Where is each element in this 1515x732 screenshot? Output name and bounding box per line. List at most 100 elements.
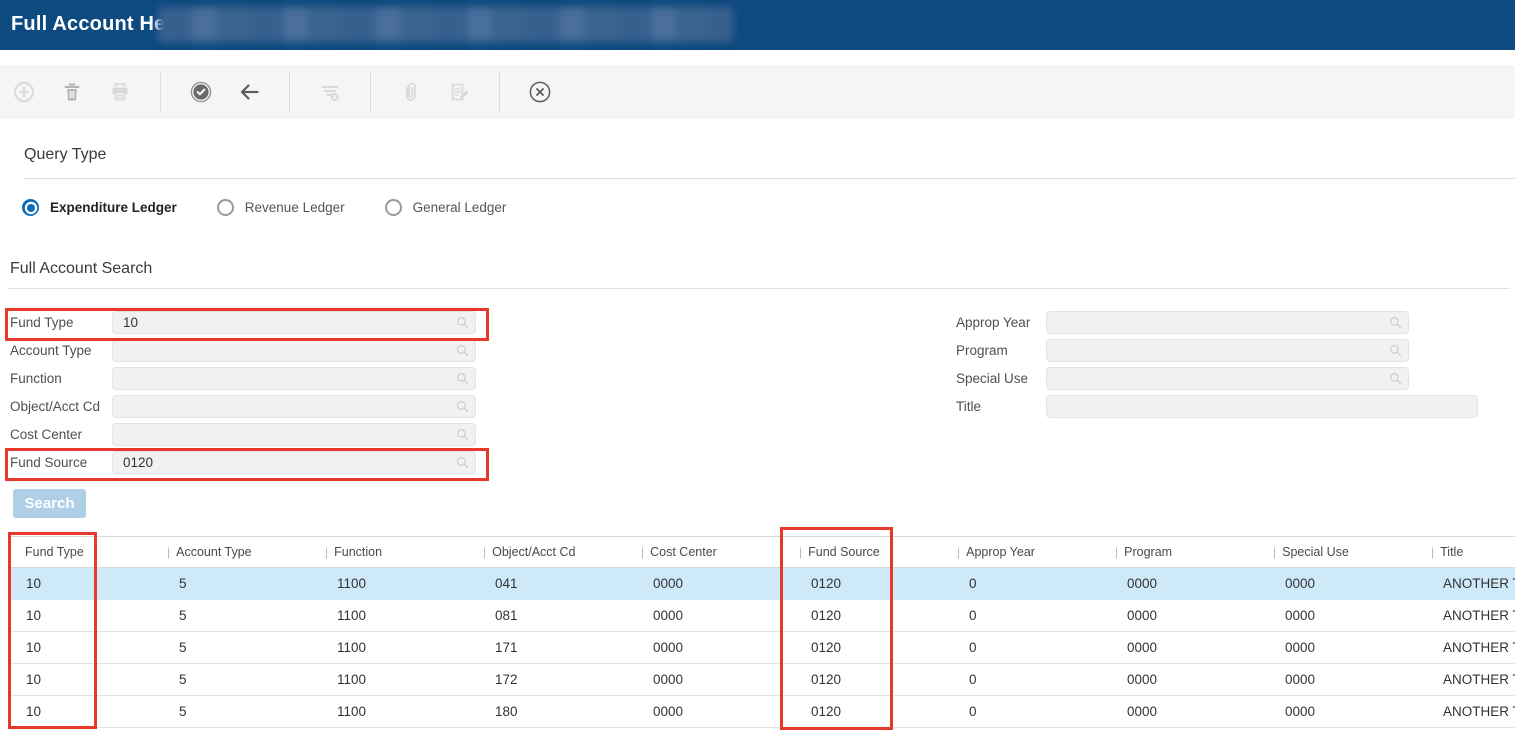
cell-account-type: 5	[161, 600, 319, 631]
field-row-special-use: Special Use	[956, 367, 1486, 390]
cell-fund-type: 10	[8, 568, 161, 599]
fund-type-input[interactable]	[112, 311, 476, 334]
lookup-magnifier-icon[interactable]	[455, 427, 470, 442]
field-row-function: Function	[10, 367, 480, 390]
field-row-fund-source: Fund Source	[10, 451, 480, 474]
cell-fund-type: 10	[8, 664, 161, 695]
object-acct-cd-input[interactable]	[112, 395, 476, 418]
search-button[interactable]: Search	[13, 489, 86, 518]
cell-approp-year: 0	[951, 600, 1109, 631]
column-header-label: Object/Acct Cd	[492, 545, 575, 559]
field-row-object-acct-cd: Object/Acct Cd	[10, 395, 480, 418]
approp-year-input[interactable]	[1046, 311, 1409, 334]
fund-source-label: Fund Source	[10, 455, 112, 470]
field-row-cost-center: Cost Center	[10, 423, 480, 446]
cell-approp-year: 0	[951, 568, 1109, 599]
lookup-magnifier-icon[interactable]	[1388, 343, 1403, 358]
results-table: Fund Type|Account Type|Function|Object/A…	[8, 536, 1515, 728]
column-header-special-use[interactable]: |Special Use	[1267, 537, 1425, 567]
column-header-approp-year[interactable]: | Approp Year	[951, 537, 1109, 567]
program-input[interactable]	[1046, 339, 1409, 362]
table-row[interactable]: 105110004100000120000000000ANOTHER TES	[8, 568, 1515, 600]
column-header-fund-type[interactable]: Fund Type	[8, 537, 161, 567]
function-input[interactable]	[112, 367, 476, 390]
clear-filter-button[interactable]	[315, 77, 345, 107]
add-button[interactable]	[9, 77, 39, 107]
edit-notes-button[interactable]	[444, 77, 474, 107]
cell-special-use: 0000	[1267, 600, 1425, 631]
special-use-input[interactable]	[1046, 367, 1409, 390]
radio-expenditure-ledger[interactable]: Expenditure Ledger	[22, 199, 177, 216]
radio-general-ledger[interactable]: General Ledger	[385, 199, 507, 216]
redacted-title-text	[158, 7, 733, 42]
lookup-magnifier-icon[interactable]	[455, 343, 470, 358]
lookup-magnifier-icon[interactable]	[455, 371, 470, 386]
cell-title: ANOTHER TES	[1425, 664, 1515, 695]
lookup-magnifier-icon[interactable]	[455, 315, 470, 330]
cost-center-input-wrap	[112, 423, 476, 446]
cell-fund-source: 0120	[793, 696, 951, 727]
cell-program: 0000	[1109, 696, 1267, 727]
cell-cost-center: 0000	[635, 696, 793, 727]
radio-circle-icon[interactable]	[22, 199, 39, 216]
toolbar-separator	[160, 72, 161, 112]
lookup-magnifier-icon[interactable]	[455, 399, 470, 414]
back-arrow-button[interactable]	[234, 77, 264, 107]
radio-circle-icon[interactable]	[217, 199, 234, 216]
column-separator: |	[957, 545, 960, 559]
column-header-account-type[interactable]: |Account Type	[161, 537, 319, 567]
column-separator: |	[167, 545, 170, 559]
clear-filter-icon	[318, 80, 342, 104]
cell-fund-source: 0120	[793, 664, 951, 695]
column-header-cost-center[interactable]: |Cost Center	[635, 537, 793, 567]
table-row[interactable]: 105110017100000120000000000ANOTHER TES	[8, 632, 1515, 664]
table-row[interactable]: 105110018000000120000000000ANOTHER TES	[8, 696, 1515, 728]
account-type-input[interactable]	[112, 339, 476, 362]
function-label: Function	[10, 371, 112, 386]
column-separator: |	[1431, 545, 1434, 559]
column-header-program[interactable]: |Program	[1109, 537, 1267, 567]
attachment-button[interactable]	[396, 77, 426, 107]
column-header-fund-source[interactable]: |Fund Source	[793, 537, 951, 567]
cell-object-acct-cd: 171	[477, 632, 635, 663]
edit-notes-icon	[447, 80, 471, 104]
cell-approp-year: 0	[951, 632, 1109, 663]
cell-function: 1100	[319, 632, 477, 663]
account-type-label: Account Type	[10, 343, 112, 358]
lookup-magnifier-icon[interactable]	[1388, 371, 1403, 386]
column-header-label: Program	[1124, 545, 1172, 559]
title-input[interactable]	[1046, 395, 1478, 418]
radio-label: Expenditure Ledger	[50, 200, 177, 215]
column-header-label: Approp Year	[966, 545, 1035, 559]
toolbar-separator	[499, 72, 500, 112]
cell-fund-source: 0120	[793, 600, 951, 631]
column-separator: |	[1273, 545, 1276, 559]
accept-icon	[189, 80, 213, 104]
radio-revenue-ledger[interactable]: Revenue Ledger	[217, 199, 345, 216]
cell-function: 1100	[319, 600, 477, 631]
object-acct-cd-input-wrap	[112, 395, 476, 418]
cost-center-input[interactable]	[112, 423, 476, 446]
cell-title: ANOTHER TES	[1425, 600, 1515, 631]
column-separator: |	[641, 545, 644, 559]
column-header-title[interactable]: |Title	[1425, 537, 1515, 567]
field-row-program: Program	[956, 339, 1486, 362]
toolbar-separator	[370, 72, 371, 112]
cell-special-use: 0000	[1267, 696, 1425, 727]
lookup-magnifier-icon[interactable]	[1388, 315, 1403, 330]
lookup-magnifier-icon[interactable]	[455, 455, 470, 470]
print-button[interactable]	[105, 77, 135, 107]
table-row[interactable]: 105110017200000120000000000ANOTHER TES	[8, 664, 1515, 696]
program-label: Program	[956, 343, 1046, 358]
fund-source-input[interactable]	[112, 451, 476, 474]
column-header-function[interactable]: |Function	[319, 537, 477, 567]
close-button[interactable]	[525, 77, 555, 107]
cell-program: 0000	[1109, 632, 1267, 663]
cell-account-type: 5	[161, 664, 319, 695]
delete-button[interactable]	[57, 77, 87, 107]
radio-circle-icon[interactable]	[385, 199, 402, 216]
cell-program: 0000	[1109, 664, 1267, 695]
column-header-object-acct-cd[interactable]: |Object/Acct Cd	[477, 537, 635, 567]
accept-button[interactable]	[186, 77, 216, 107]
table-row[interactable]: 105110008100000120000000000ANOTHER TES	[8, 600, 1515, 632]
